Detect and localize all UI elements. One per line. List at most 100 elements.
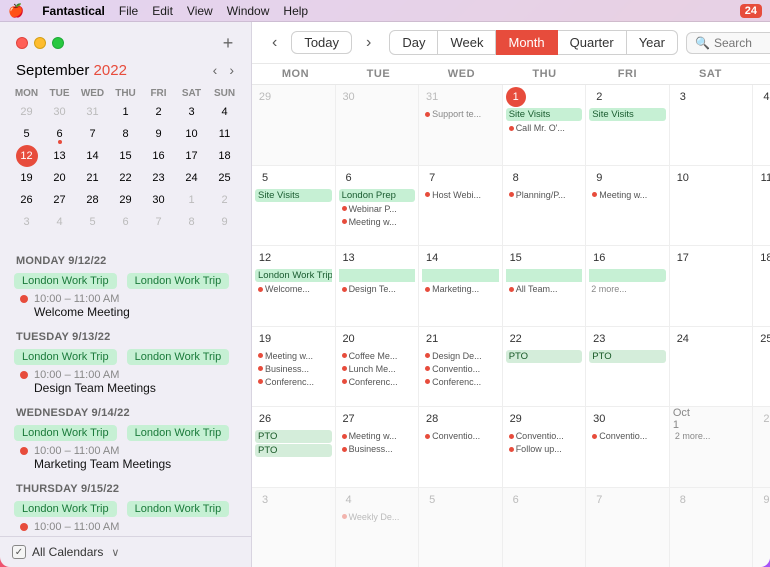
london-work-tag-wed-1[interactable]: London Work Trip xyxy=(14,425,117,441)
mini-day-19[interactable]: 19 xyxy=(14,167,40,189)
cal-day-aug29[interactable]: 29 xyxy=(252,85,336,165)
mini-day-23[interactable]: 23 xyxy=(146,167,172,189)
event-webinar[interactable]: Webinar P... xyxy=(339,203,416,215)
menu-help[interactable]: Help xyxy=(283,4,308,18)
event-host-webi[interactable]: Host Webi... xyxy=(422,189,499,201)
cal-day-sep17[interactable]: 17 xyxy=(670,246,754,326)
cal-day-aug31[interactable]: 31 Support te... xyxy=(419,85,503,165)
cal-day-sep25[interactable]: 25 xyxy=(753,327,770,407)
event-conventio4[interactable]: Conventio... xyxy=(589,430,666,442)
event-welcome[interactable]: Welcome... xyxy=(255,283,332,295)
mini-day-6[interactable]: 6 xyxy=(47,123,73,145)
mini-cal-next[interactable]: › xyxy=(224,60,239,80)
mini-day-1[interactable]: 1 xyxy=(113,101,139,123)
menu-edit[interactable]: Edit xyxy=(152,4,173,18)
cal-day-sep21[interactable]: 21 Design De... Conventio... Conferenc..… xyxy=(419,327,503,407)
event-design-de[interactable]: Design De... xyxy=(422,350,499,362)
event-site-visits-3[interactable]: Site Visits xyxy=(255,189,332,202)
mini-day-22[interactable]: 22 xyxy=(113,167,139,189)
mini-day-2-oct[interactable]: 2 xyxy=(212,189,238,211)
view-month[interactable]: Month xyxy=(496,30,557,55)
mini-day-5[interactable]: 5 xyxy=(14,123,40,145)
mini-day-30[interactable]: 30 xyxy=(146,189,172,211)
cal-day-oct1[interactable]: Oct 1 2 more... xyxy=(670,407,754,487)
cal-day-sep24[interactable]: 24 xyxy=(670,327,754,407)
cal-day-sep2[interactable]: 2 Site Visits xyxy=(586,85,670,165)
cal-day-oct3[interactable]: 3 xyxy=(252,488,336,567)
cal-day-sep19[interactable]: 19 Meeting w... Business... Conferenc... xyxy=(252,327,336,407)
event-meeting-w2[interactable]: Meeting w... xyxy=(589,189,666,201)
cal-day-oct4[interactable]: 4 Weekly De... xyxy=(336,488,420,567)
cal-day-sep4[interactable]: 4 xyxy=(753,85,770,165)
event-2more-oct[interactable]: 2 more... xyxy=(673,430,750,442)
cal-day-sep10[interactable]: 10 xyxy=(670,166,754,246)
mini-day-20[interactable]: 20 xyxy=(47,167,73,189)
agenda-event-wednesday[interactable]: Marketing Team Meetings xyxy=(0,457,251,475)
cal-day-oct7[interactable]: 7 xyxy=(586,488,670,567)
london-work-tag-wed-2[interactable]: London Work Trip xyxy=(127,425,230,441)
event-conventio[interactable]: Conventio... xyxy=(422,363,499,375)
event-pto-26a[interactable]: PTO xyxy=(255,430,332,443)
mini-day-16[interactable]: 16 xyxy=(146,145,172,167)
cal-day-sep23[interactable]: 23 PTO xyxy=(586,327,670,407)
mini-day-24[interactable]: 24 xyxy=(179,167,205,189)
event-meeting-w3[interactable]: Meeting w... xyxy=(255,350,332,362)
mini-day-7[interactable]: 7 xyxy=(80,123,106,145)
mini-day-4[interactable]: 4 xyxy=(212,101,238,123)
cal-prev-button[interactable]: ‹ xyxy=(266,32,283,54)
event-pto-23[interactable]: PTO xyxy=(589,350,666,363)
view-year[interactable]: Year xyxy=(627,30,678,55)
event-london-prep[interactable]: London Prep xyxy=(339,189,416,202)
mini-day-21[interactable]: 21 xyxy=(80,167,106,189)
mini-day-15[interactable]: 15 xyxy=(113,145,139,167)
event-business2[interactable]: Business... xyxy=(339,443,416,455)
mini-day-12[interactable]: 12 xyxy=(16,145,38,167)
event-meeting-w[interactable]: Meeting w... xyxy=(339,216,416,228)
mini-day-29-aug[interactable]: 29 xyxy=(14,101,40,123)
mini-day-28[interactable]: 28 xyxy=(80,189,106,211)
mini-day-8[interactable]: 8 xyxy=(113,123,139,145)
mini-cal-prev[interactable]: ‹ xyxy=(208,60,223,80)
mini-day-4-oct[interactable]: 4 xyxy=(47,211,73,233)
london-work-tag-thu-2[interactable]: London Work Trip xyxy=(127,501,230,517)
cal-day-sep15[interactable]: 15 . All Team... xyxy=(503,246,587,326)
mini-day-17[interactable]: 17 xyxy=(179,145,205,167)
event-conventio3[interactable]: Conventio... xyxy=(506,430,583,442)
mini-day-13[interactable]: 13 xyxy=(47,145,73,167)
close-button[interactable] xyxy=(16,37,28,49)
mini-day-9-oct[interactable]: 9 xyxy=(212,211,238,233)
add-event-button[interactable]: + xyxy=(217,32,239,54)
event-all-team[interactable]: All Team... xyxy=(506,283,583,295)
mini-day-1-oct[interactable]: 1 xyxy=(179,189,205,211)
fullscreen-button[interactable] xyxy=(52,37,64,49)
event-site-visits-2[interactable]: Site Visits xyxy=(589,108,666,121)
mini-day-3[interactable]: 3 xyxy=(179,101,205,123)
mini-day-27[interactable]: 27 xyxy=(47,189,73,211)
view-week[interactable]: Week xyxy=(438,30,496,55)
mini-day-9[interactable]: 9 xyxy=(146,123,172,145)
mini-day-6-oct[interactable]: 6 xyxy=(113,211,139,233)
cal-day-sep20[interactable]: 20 Coffee Me... Lunch Me... Conferenc... xyxy=(336,327,420,407)
menu-window[interactable]: Window xyxy=(227,4,270,18)
mini-day-10[interactable]: 10 xyxy=(179,123,205,145)
event-pto-22[interactable]: PTO xyxy=(506,350,583,363)
event-coffee-me[interactable]: Coffee Me... xyxy=(339,350,416,362)
cal-next-button[interactable]: › xyxy=(360,32,377,54)
london-work-tag-thu-1[interactable]: London Work Trip xyxy=(14,501,117,517)
cal-day-sep11[interactable]: 11 xyxy=(753,166,770,246)
event-lwt-span-start[interactable]: London Work Trip xyxy=(255,269,332,282)
cal-day-sep5[interactable]: 5 Site Visits xyxy=(252,166,336,246)
mini-day-29[interactable]: 29 xyxy=(113,189,139,211)
london-work-tag-tue-2[interactable]: London Work Trip xyxy=(127,349,230,365)
menu-view[interactable]: View xyxy=(187,4,213,18)
event-business[interactable]: Business... xyxy=(255,363,332,375)
cal-day-sep3[interactable]: 3 xyxy=(670,85,754,165)
event-lunch-me[interactable]: Lunch Me... xyxy=(339,363,416,375)
event-pto-26b[interactable]: PTO xyxy=(255,444,332,457)
cal-day-sep13[interactable]: 13 . Design Te... xyxy=(336,246,420,326)
event-conferenc[interactable]: Conferenc... xyxy=(255,376,332,388)
event-meeting-w4[interactable]: Meeting w... xyxy=(339,430,416,442)
cal-day-oct2[interactable]: 2 xyxy=(753,407,770,487)
cal-day-sep29[interactable]: 29 Conventio... Follow up... xyxy=(503,407,587,487)
agenda-event-tuesday[interactable]: Design Team Meetings xyxy=(0,381,251,399)
